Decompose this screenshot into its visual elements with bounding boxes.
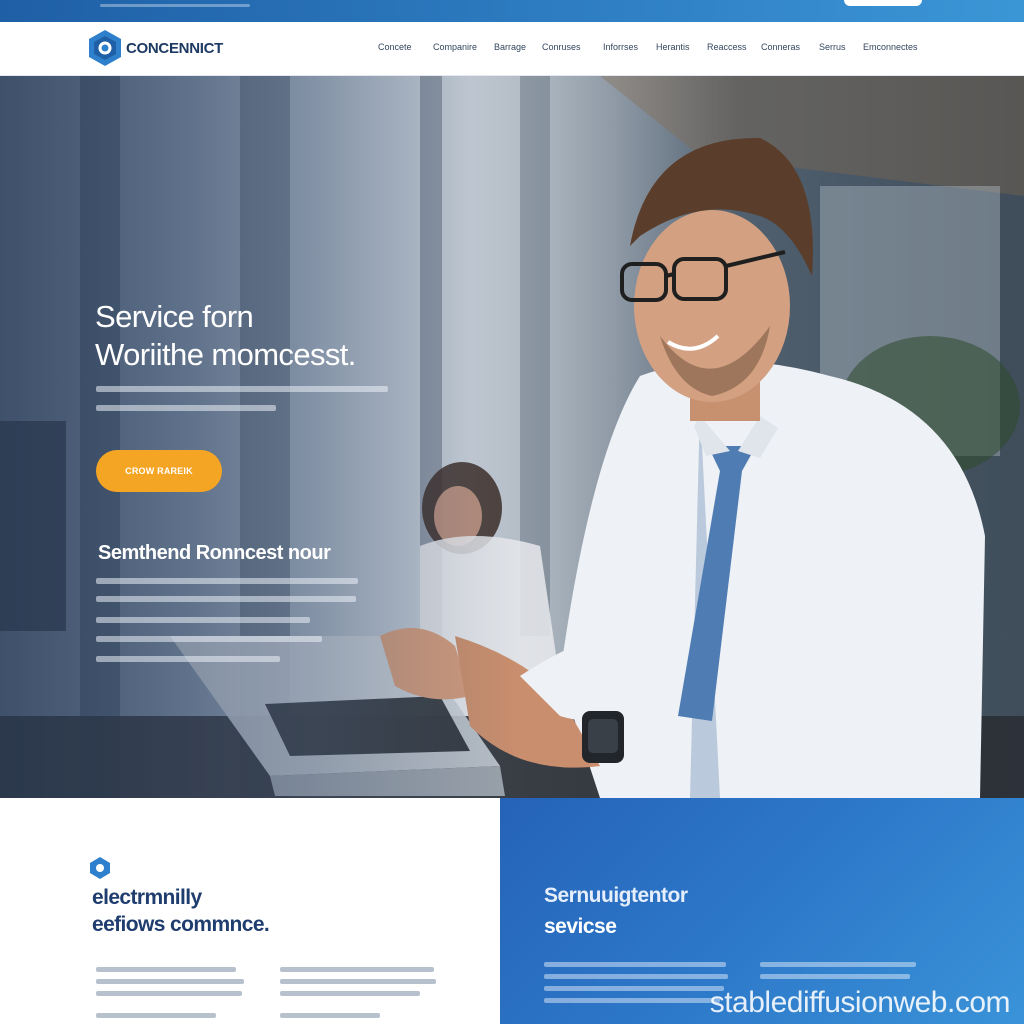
feature-text-line [96, 979, 244, 984]
nav-item-5[interactable]: Inforrses [603, 42, 656, 52]
hero-paragraph-line [96, 656, 280, 662]
nav-item-9[interactable]: Serrus [819, 42, 863, 52]
nav-item-1[interactable]: Concete [378, 42, 433, 52]
feature-heading: electrmnilly eefiows commnce. [92, 884, 270, 938]
services-heading: Sernuuigtentor sevicse [544, 880, 688, 942]
hero-description-line [96, 386, 388, 392]
feature-text-line [280, 967, 434, 972]
feature-text-line [280, 991, 420, 996]
nav-item-2[interactable]: Companire [433, 42, 494, 52]
feature-heading-line-2: eefiows commnce. [92, 913, 270, 936]
services-text-line [760, 974, 910, 979]
feature-text-line [96, 967, 236, 972]
nav-item-8[interactable]: Conneras [761, 42, 819, 52]
hero-paragraph-line [96, 636, 322, 642]
hero-title: Service forn Woriithe momcesst. [95, 298, 356, 374]
services-text-line [760, 962, 916, 967]
hexagon-logo-icon [89, 30, 121, 66]
hero-title-line-1: Service forn [95, 299, 254, 334]
services-text-line [544, 974, 728, 979]
landing-page: CONCENNICT Concete Companire Barrage Con… [0, 0, 1024, 1024]
services-heading-line-2: sevicse [544, 915, 617, 938]
hero-paragraph-line [96, 596, 356, 602]
cta-button[interactable]: CROW RAREIK [96, 450, 222, 492]
feature-text-line [280, 979, 436, 984]
services-heading-line-1: Sernuuigtentor [544, 884, 688, 907]
services-text-line [544, 962, 726, 967]
hero-text-overlay [0, 76, 520, 798]
top-banner-strip [0, 0, 1024, 22]
nav-item-6[interactable]: Herantis [656, 42, 707, 52]
watermark-text: stablediffusionweb.com [709, 986, 1011, 1019]
services-text-line [544, 998, 720, 1003]
nav-item-7[interactable]: Reaccess [707, 42, 761, 52]
top-banner-text [100, 4, 250, 7]
feature-text-line [96, 991, 242, 996]
nav-item-3[interactable]: Barrage [494, 42, 542, 52]
hero-paragraph-line [96, 578, 358, 584]
top-banner-button[interactable] [844, 0, 922, 6]
hero-title-line-2: Woriithe momcesst. [95, 337, 356, 372]
feature-text-line [96, 1013, 216, 1018]
hero-section: Service forn Woriithe momcesst. CROW RAR… [0, 76, 1024, 798]
hexagon-logo-icon [90, 857, 110, 879]
brand-name: CONCENNICT [126, 39, 223, 57]
nav-item-4[interactable]: Conruses [542, 42, 603, 52]
hero-subheading: Semthend Ronncest nour [98, 542, 331, 564]
feature-text-line [280, 1013, 380, 1018]
nav-item-10[interactable]: Emconnectes [863, 42, 923, 52]
brand-logo[interactable]: CONCENNICT [86, 28, 223, 68]
main-navigation: Concete Companire Barrage Conruses Infor… [378, 42, 923, 52]
feature-heading-line-1: electrmnilly [92, 886, 202, 909]
hero-paragraph-line [96, 617, 310, 623]
site-header: CONCENNICT Concete Companire Barrage Con… [0, 22, 1024, 76]
feature-section: electrmnilly eefiows commnce. [0, 798, 500, 1024]
hero-description-line [96, 405, 276, 411]
services-text-line [544, 986, 724, 991]
